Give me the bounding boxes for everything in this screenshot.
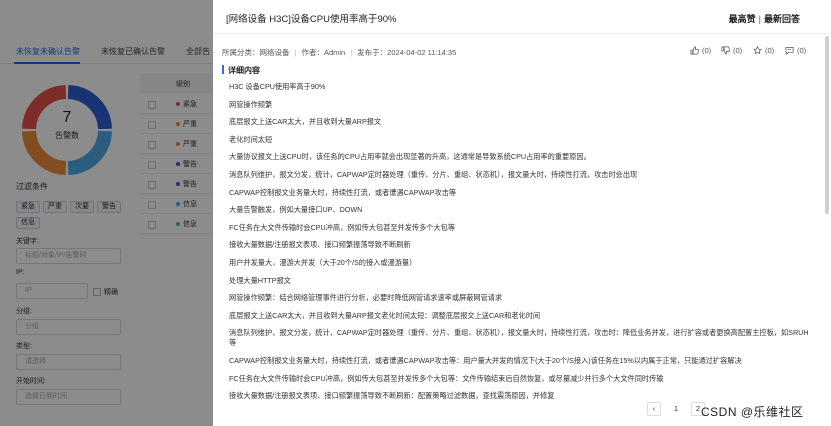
content-paragraph: FC任务在大文件传输时会CPU冲高，例如传大包甚至并发传多个大包等 xyxy=(229,222,456,232)
like-count: (0) xyxy=(702,46,712,55)
favorite-button[interactable]: (0) xyxy=(753,45,775,55)
meta-published: 发布于：2024-04-02 11:14:35 xyxy=(357,48,457,57)
sort-separator: | xyxy=(758,14,761,24)
star-icon xyxy=(753,45,762,55)
article-meta: 所属分类：网络设备 | 作者：Admin | 发布于：2024-04-02 11:14:… xyxy=(222,47,456,58)
content-paragraph: 老化时间太短 xyxy=(229,134,273,144)
like-button[interactable]: (0) xyxy=(690,46,711,55)
article-content: H3C 设备CPU使用率高于90% 网管操作频繁底层报文上送CAR太大，并且收到大… xyxy=(229,82,811,409)
drawer-title: [网络设备 H3C]设备CPU使用率高于90% xyxy=(226,14,397,25)
meta-divider: | xyxy=(294,48,297,57)
content-paragraph: 底层报文上送CAR太大，并且收到大量ARP报文老化时间太短：调整底层报文上送CA… xyxy=(229,310,541,320)
content-paragraph: 网管操作频繁：结合网络管理事件进行分析，必要时降低网管请求速率或屏蔽网管请求 xyxy=(229,293,503,303)
dislike-count: (0) xyxy=(733,46,743,55)
comment-count: (0) xyxy=(797,46,807,55)
content-paragraph: 用户并发量大，漫游大并发（大于20个/S的接入或漫游量） xyxy=(229,257,417,267)
thumbs-down-icon xyxy=(721,46,730,55)
page-1-button[interactable]: 1 xyxy=(669,402,683,416)
content-paragraph: 接收大量数据/注册报文表项、接口频繁振荡导致不断刷新 xyxy=(229,240,411,250)
prev-page-button[interactable]: ‹ xyxy=(647,402,661,416)
content-paragraph: 处理大量HTTP报文 xyxy=(229,275,291,285)
content-paragraph: 网管操作频繁 xyxy=(229,99,273,109)
dislike-button[interactable]: (0) xyxy=(721,46,742,55)
section-accent-bar xyxy=(222,65,224,74)
meta-author: 作者：Admin xyxy=(301,48,346,57)
sort-actions: 最高赞 | 最新回答 xyxy=(729,12,800,25)
content-paragraph: CAPWAP控制报文业务量大时，持续性打流，或者遭遇CAPWAP攻击等 xyxy=(229,187,457,197)
watermark: CSDN @乐维社区 xyxy=(701,405,804,419)
favorite-count: (0) xyxy=(765,46,775,55)
content-paragraph: 大量协议报文上送CPU时，该任务的CPU占用率就会出现显著的升高，这通常是导致系… xyxy=(229,152,591,162)
reaction-bar: (0) (0) (0) (0) xyxy=(690,45,825,58)
content-paragraph: 接收大量数据/注册报文表项、接口频繁振荡导致不断刷新：配置策略过滤数据，查找震荡… xyxy=(229,391,555,401)
drawer-header: [网络设备 H3C]设备CPU使用率高于90% 最高赞 | 最新回答 xyxy=(213,0,831,34)
content-paragraph: 大量告警触发，例如大量接口UP、DOWN xyxy=(229,205,363,215)
meta-category: 所属分类：网络设备 xyxy=(222,48,290,57)
content-paragraph: FC任务在大文件传输时会CPU冲高，例如传大包甚至并发传多个大包等：文件传输结束… xyxy=(229,373,664,383)
content-paragraph: 消息队列维护，报文分发，统计，CAPWAP定时器处理（重传、分片、重组、状态机）… xyxy=(229,328,809,348)
comment-icon xyxy=(785,46,794,55)
content-paragraph: H3C 设备CPU使用率高于90% xyxy=(229,82,326,91)
sort-top-liked-link[interactable]: 最高赞 xyxy=(729,14,756,24)
section-title: 详细内容 xyxy=(228,66,260,75)
content-paragraph: CAPWAP控制报文业务量大时，持续性打流，或者遭遇CAPWAP攻击等：用户量大… xyxy=(229,355,742,365)
knowledge-detail-drawer: [网络设备 H3C]设备CPU使用率高于90% 最高赞 | 最新回答 所属分类：网络… xyxy=(213,0,831,426)
content-paragraph: 消息队列维护，报文分发，统计，CAPWAP定时器处理（重传、分片、重组、状态机）… xyxy=(229,169,638,179)
sort-latest-link[interactable]: 最新回答 xyxy=(764,14,800,24)
content-paragraph: 底层报文上送CAR太大，并且收到大量ARP报文 xyxy=(229,117,382,127)
comment-button[interactable]: (0) xyxy=(785,46,806,55)
meta-divider: | xyxy=(350,48,353,57)
drawer-scrollbar[interactable] xyxy=(825,36,829,214)
thumbs-up-icon xyxy=(690,46,699,55)
